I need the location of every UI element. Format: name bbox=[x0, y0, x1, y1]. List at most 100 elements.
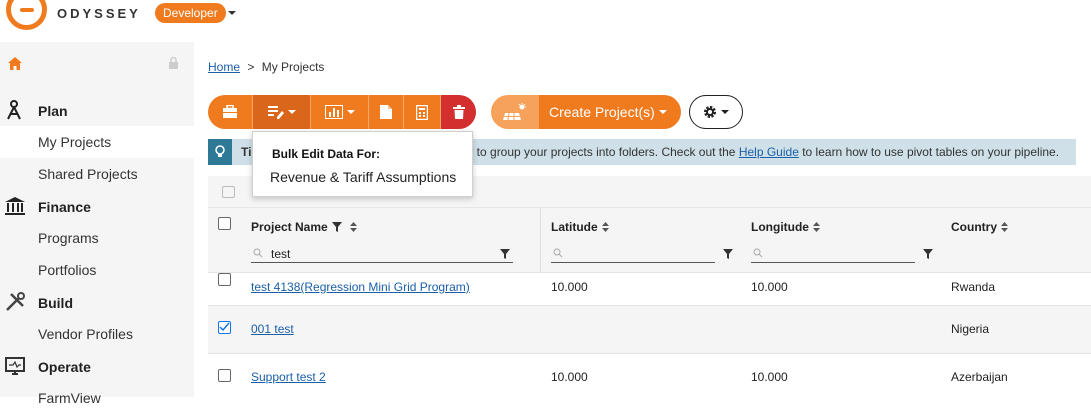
project-toolbar bbox=[208, 95, 476, 129]
home-icon[interactable] bbox=[8, 57, 22, 70]
filter-value: test bbox=[271, 247, 291, 261]
project-name-link[interactable]: test 4138(Regression Mini Grid Program) bbox=[251, 280, 470, 294]
bulk-edit-dropdown: Bulk Edit Data For: Revenue & Tariff Ass… bbox=[252, 131, 473, 197]
sidebar-item-farmview[interactable]: FarmView bbox=[0, 382, 194, 414]
country-cell: Azerbaijan bbox=[951, 370, 1008, 384]
plan-icon bbox=[7, 100, 21, 120]
latitude-cell: 10.000 bbox=[551, 280, 588, 294]
sidebar-item-programs[interactable]: Programs bbox=[0, 222, 194, 254]
trash-icon bbox=[452, 105, 465, 119]
sidebar-section-operate[interactable]: Operate bbox=[0, 350, 194, 382]
sidebar-item-my-projects[interactable]: My Projects bbox=[0, 126, 194, 158]
chevron-down-icon bbox=[721, 110, 729, 114]
column-label: Longitude bbox=[751, 220, 809, 234]
logo-mark bbox=[20, 8, 34, 12]
sort-icon[interactable] bbox=[349, 222, 357, 232]
sidebar-section-build[interactable]: Build bbox=[0, 286, 194, 318]
filter-icon[interactable] bbox=[723, 249, 733, 259]
breadcrumb-home-link[interactable]: Home bbox=[208, 60, 240, 74]
column-divider bbox=[540, 208, 541, 272]
edit-list-icon bbox=[267, 106, 284, 119]
calculator-button[interactable] bbox=[404, 95, 441, 129]
document-icon bbox=[380, 105, 392, 119]
column-header-country[interactable]: Country bbox=[951, 208, 1091, 272]
project-name-link[interactable]: Support test 2 bbox=[251, 370, 326, 384]
sidebar-item-portfolios[interactable]: Portfolios bbox=[0, 254, 194, 286]
country-cell: Nigeria bbox=[951, 322, 990, 336]
sidebar-home[interactable] bbox=[0, 42, 194, 84]
bar-chart-icon bbox=[324, 105, 343, 119]
project-name-link[interactable]: 001 test bbox=[251, 322, 294, 336]
chart-button[interactable] bbox=[311, 95, 369, 129]
chevron-down-icon bbox=[658, 110, 667, 114]
chevron-down-icon bbox=[287, 110, 296, 114]
dropdown-item-revenue-tariff[interactable]: Revenue & Tariff Assumptions bbox=[270, 169, 456, 185]
column-header-longitude[interactable]: Longitude bbox=[751, 208, 941, 272]
breadcrumb: Home > My Projects bbox=[208, 60, 324, 74]
calculator-icon bbox=[416, 104, 428, 120]
sidebar: Plan My Projects Shared Projects Finance… bbox=[0, 42, 194, 406]
briefcase-icon bbox=[223, 105, 237, 118]
create-projects-button[interactable]: Create Project(s) bbox=[539, 95, 681, 129]
longitude-cell: 10.000 bbox=[751, 280, 788, 294]
bank-icon bbox=[5, 197, 25, 215]
filter-icon[interactable] bbox=[500, 249, 510, 259]
table-row[interactable]: Support test 2 10.000 10.000 Azerbaijan bbox=[208, 353, 1091, 401]
sidebar-item-vendor-profiles[interactable]: Vendor Profiles bbox=[0, 318, 194, 350]
delete-button[interactable] bbox=[441, 95, 476, 129]
table-row[interactable]: 001 test Nigeria bbox=[208, 305, 1091, 353]
sidebar-section-plan[interactable]: Plan bbox=[0, 94, 194, 126]
breadcrumb-separator: > bbox=[247, 60, 255, 74]
latitude-filter-input[interactable] bbox=[551, 245, 733, 263]
settings-button[interactable] bbox=[689, 95, 743, 129]
solar-panel-icon bbox=[503, 103, 526, 121]
sort-icon[interactable] bbox=[601, 222, 609, 232]
column-label: Latitude bbox=[551, 220, 598, 234]
help-guide-link[interactable]: Help Guide bbox=[739, 145, 799, 159]
gear-icon bbox=[704, 106, 716, 118]
odyssey-logo-icon[interactable] bbox=[6, 0, 47, 30]
filter-icon[interactable] bbox=[923, 249, 933, 259]
document-button[interactable] bbox=[369, 95, 404, 129]
sidebar-section-label: Plan bbox=[38, 103, 68, 119]
top-bar: ODYSSEY Developer bbox=[0, 0, 1091, 42]
select-all-checkbox[interactable] bbox=[218, 217, 231, 230]
column-label: Country bbox=[951, 220, 997, 234]
dropdown-heading: Bulk Edit Data For: bbox=[272, 147, 381, 161]
longitude-filter-input[interactable] bbox=[751, 245, 933, 263]
chevron-down-icon[interactable] bbox=[228, 11, 236, 15]
row-checkbox[interactable] bbox=[218, 321, 231, 334]
country-cell: Rwanda bbox=[951, 280, 996, 294]
breadcrumb-current: My Projects bbox=[261, 60, 325, 74]
tip-text-before: ow to group your projects into folders. … bbox=[458, 145, 739, 159]
sort-icon[interactable] bbox=[1001, 222, 1008, 232]
projects-grid: Project Name test Latitude Longitude Cou… bbox=[208, 176, 1091, 401]
search-icon bbox=[553, 248, 563, 258]
row-checkbox[interactable] bbox=[218, 369, 231, 382]
project-name-filter-input[interactable]: test bbox=[251, 245, 513, 263]
column-header-project-name[interactable]: Project Name test bbox=[251, 208, 543, 272]
check-icon bbox=[219, 322, 230, 332]
column-panel-icon[interactable] bbox=[222, 186, 235, 198]
environment-badge[interactable]: Developer bbox=[155, 3, 226, 23]
search-icon bbox=[253, 248, 263, 258]
solar-panel-button[interactable] bbox=[491, 95, 539, 129]
tip-icon-box bbox=[208, 139, 232, 165]
column-header-latitude[interactable]: Latitude bbox=[551, 208, 741, 272]
longitude-cell: 10.000 bbox=[751, 370, 788, 384]
sort-icon[interactable] bbox=[812, 222, 820, 232]
filter-icon[interactable] bbox=[331, 222, 342, 232]
search-icon bbox=[753, 248, 763, 258]
row-checkbox[interactable] bbox=[218, 273, 231, 286]
tip-text: ow to group your projects into folders. … bbox=[458, 139, 1059, 165]
column-label: Project Name bbox=[251, 220, 328, 234]
sidebar-section-finance[interactable]: Finance bbox=[0, 190, 194, 222]
tip-text-after: to learn how to use pivot tables on your… bbox=[798, 145, 1060, 159]
briefcase-button[interactable] bbox=[208, 95, 253, 129]
sidebar-item-shared-projects[interactable]: Shared Projects bbox=[0, 158, 194, 190]
bulk-edit-button[interactable] bbox=[253, 95, 311, 129]
sidebar-section-label: Operate bbox=[38, 359, 91, 375]
sidebar-section-label: Finance bbox=[38, 199, 91, 215]
lightbulb-icon bbox=[215, 145, 225, 157]
sidebar-section-label: Build bbox=[38, 295, 73, 311]
